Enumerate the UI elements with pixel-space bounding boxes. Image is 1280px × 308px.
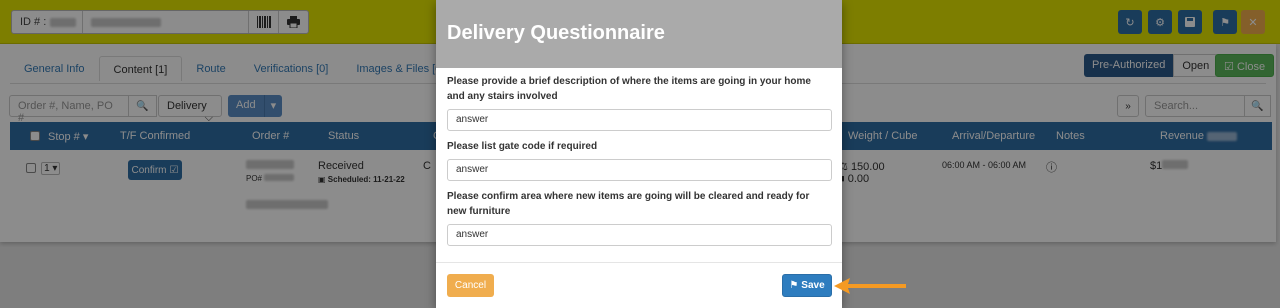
answer-input[interactable]: answer bbox=[447, 109, 832, 131]
answer-input[interactable]: answer bbox=[447, 224, 832, 246]
modal-footer: Cancel ⚑ Save bbox=[436, 262, 842, 308]
save-button[interactable]: ⚑ Save bbox=[782, 274, 832, 297]
pointer-arrow-icon bbox=[834, 278, 906, 294]
route-icon: ⚑ bbox=[789, 280, 799, 291]
question-label: Please provide a brief description of wh… bbox=[447, 76, 811, 102]
cancel-button[interactable]: Cancel bbox=[447, 274, 494, 297]
answer-input[interactable]: answer bbox=[447, 159, 832, 181]
question-label: Please confirm area where new items are … bbox=[447, 191, 810, 217]
modal-body: Please provide a brief description of wh… bbox=[436, 68, 842, 246]
modal-header: Delivery Questionnaire bbox=[436, 0, 842, 68]
delivery-questionnaire-modal: Delivery Questionnaire Please provide a … bbox=[436, 0, 842, 308]
modal-title: Delivery Questionnaire bbox=[447, 22, 665, 44]
question-label: Please list gate code if required bbox=[447, 141, 598, 152]
